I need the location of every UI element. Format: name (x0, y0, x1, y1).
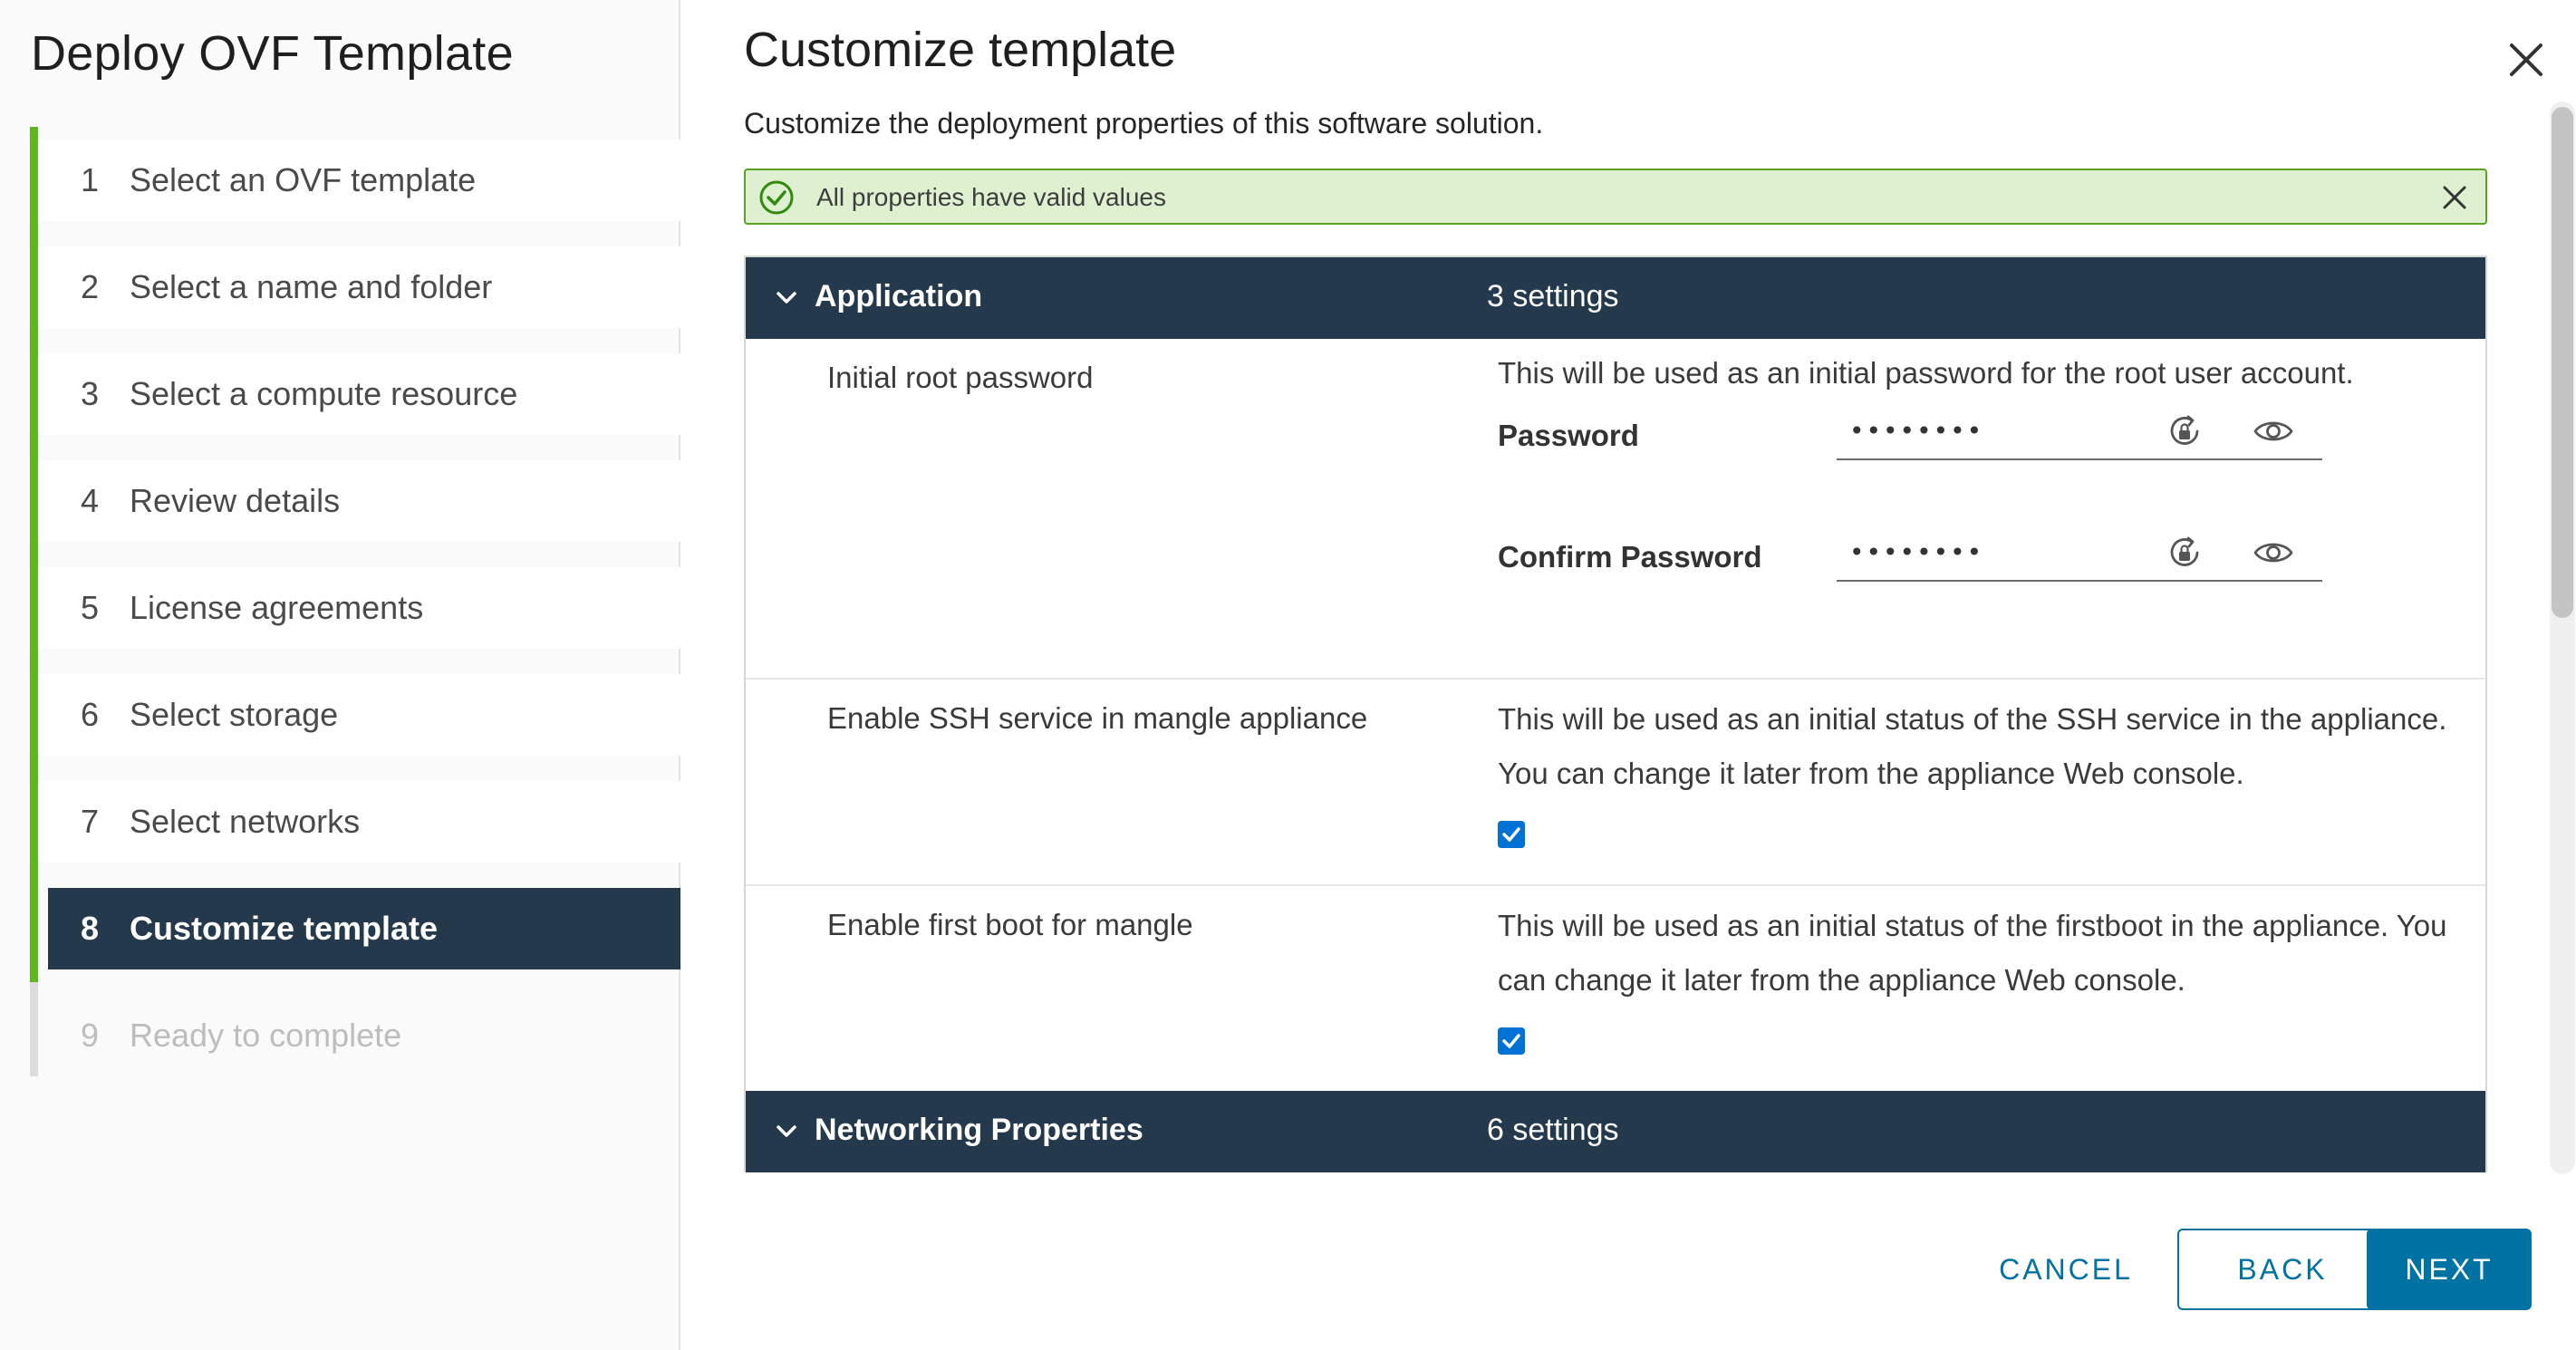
alert-message: All properties have valid values (816, 183, 1166, 211)
property-row-root-password: Initial root password This will be used … (746, 339, 2485, 680)
step-number: 5 (81, 589, 100, 626)
alert-close-icon[interactable] (2440, 183, 2469, 212)
eye-icon[interactable] (2252, 535, 2295, 571)
section-name: Networking Properties (815, 1113, 1143, 1147)
check-circle-icon (759, 180, 794, 215)
step-select-name-folder[interactable]: 2 Select a name and folder (30, 234, 680, 341)
scrollbar-thumb[interactable] (2552, 107, 2573, 618)
step-label: Select storage (130, 696, 339, 733)
firstboot-checkbox[interactable] (1498, 1027, 1525, 1055)
property-description: This will be used as an initial status o… (1498, 909, 2447, 997)
step-number: 1 (81, 161, 100, 198)
step-label: Select a compute resource (130, 375, 518, 412)
step-select-networks[interactable]: 7 Select networks (30, 768, 680, 875)
page-subtitle: Customize the deployment properties of t… (744, 107, 1544, 140)
page-title: Customize template (744, 23, 1177, 77)
section-name: Application (815, 279, 983, 313)
step-select-ovf-template[interactable]: 1 Select an OVF template (30, 127, 680, 234)
property-label: Enable first boot for mangle (827, 908, 1193, 941)
step-select-compute-resource[interactable]: 3 Select a compute resource (30, 341, 680, 448)
step-number: 9 (81, 1017, 100, 1054)
step-number: 8 (81, 910, 100, 947)
password-input[interactable] (1848, 410, 2150, 451)
step-label: License agreements (130, 589, 424, 626)
section-count: 6 settings (1487, 1113, 1619, 1147)
step-label: Review details (130, 482, 341, 519)
validation-alert: All properties have valid values (744, 169, 2487, 225)
wizard-sidebar: Deploy OVF Template 1 Select an OVF temp… (0, 0, 680, 1350)
next-button[interactable]: NEXT (2367, 1229, 2532, 1310)
generate-password-icon[interactable] (2165, 533, 2205, 573)
step-number: 2 (81, 268, 100, 305)
deploy-ovf-dialog: Deploy OVF Template 1 Select an OVF temp… (0, 0, 2576, 1350)
step-label: Ready to complete (130, 1017, 402, 1054)
eye-icon[interactable] (2252, 413, 2295, 449)
wizard-steps: 1 Select an OVF template 2 Select a name… (30, 127, 680, 1102)
step-ready-to-complete: 9 Ready to complete (30, 982, 680, 1076)
step-label: Select a name and folder (130, 268, 493, 305)
step-review-details[interactable]: 4 Review details (30, 448, 680, 554)
step-number: 6 (81, 696, 100, 733)
password-label: Password (1498, 419, 1639, 452)
ssh-checkbox[interactable] (1498, 821, 1525, 848)
chevron-down-icon (777, 292, 796, 304)
property-label: Initial root password (827, 361, 1094, 394)
property-row-firstboot: Enable first boot for mangle This will b… (746, 886, 2485, 1091)
confirm-password-field (1837, 524, 2322, 582)
step-customize-template[interactable]: 8 Customize template (30, 875, 680, 982)
step-number: 4 (81, 482, 100, 519)
wizard-title: Deploy OVF Template (31, 26, 514, 81)
step-label: Select networks (130, 803, 361, 840)
confirm-password-label: Confirm Password (1498, 540, 1762, 574)
property-label: Enable SSH service in mangle appliance (827, 701, 1368, 735)
section-header-application[interactable]: Application 3 settings (746, 257, 2485, 339)
step-number: 7 (81, 803, 100, 840)
chevron-down-icon (777, 1125, 796, 1137)
generate-password-icon[interactable] (2165, 411, 2205, 451)
step-number: 3 (81, 375, 100, 412)
step-license-agreements[interactable]: 5 License agreements (30, 554, 680, 661)
section-header-networking[interactable]: Networking Properties 6 settings (746, 1091, 2485, 1172)
step-label: Customize template (130, 910, 439, 947)
property-row-ssh: Enable SSH service in mangle appliance T… (746, 680, 2485, 886)
section-count: 3 settings (1487, 279, 1619, 313)
properties-grid: Application 3 settings Initial root pass… (744, 256, 2487, 1172)
property-description: This will be used as an initial status o… (1498, 702, 2447, 790)
step-select-storage[interactable]: 6 Select storage (30, 661, 680, 768)
close-icon[interactable] (2501, 34, 2552, 85)
confirm-password-input[interactable] (1848, 531, 2150, 573)
back-button[interactable]: BACK (2177, 1229, 2388, 1310)
step-label: Select an OVF template (130, 161, 477, 198)
property-description: This will be used as an initial password… (1498, 356, 2354, 390)
password-field (1837, 402, 2322, 460)
cancel-button[interactable]: CANCEL (1975, 1229, 2156, 1310)
